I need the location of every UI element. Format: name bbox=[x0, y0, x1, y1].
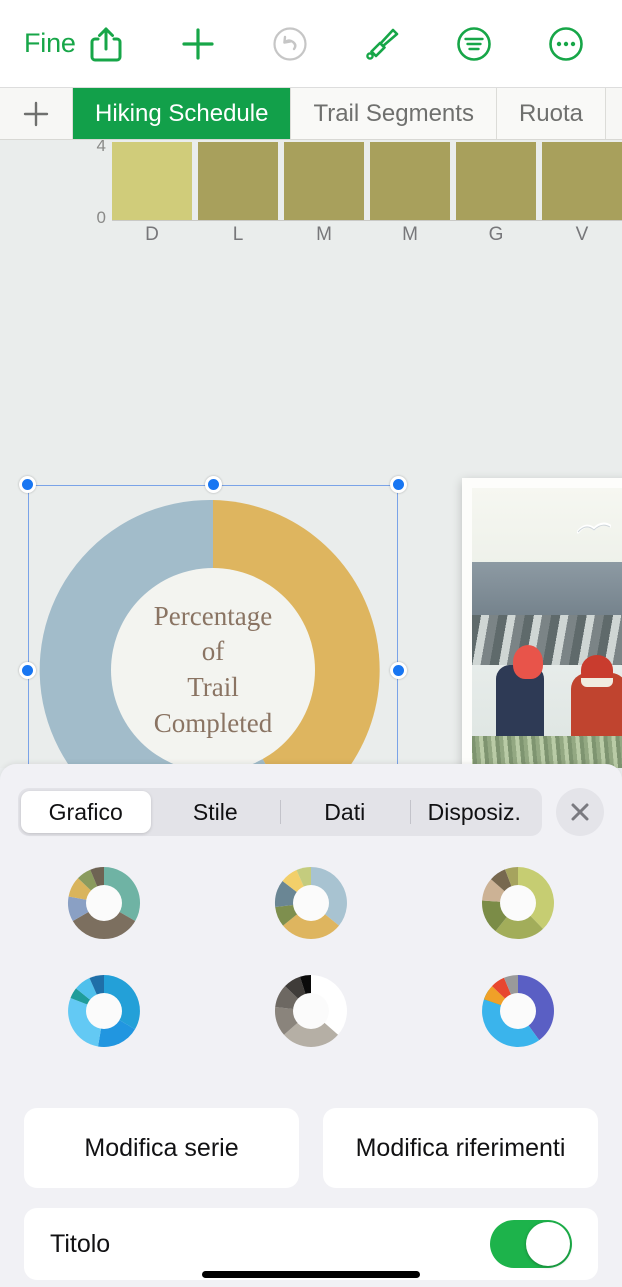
sheet-tab-label: Ruota bbox=[518, 99, 583, 127]
bar-l bbox=[198, 142, 278, 220]
resize-handle-middle-left[interactable] bbox=[19, 661, 36, 679]
tab-grafico-label: Grafico bbox=[48, 798, 123, 825]
edit-series-button[interactable]: Modifica serie bbox=[24, 1108, 299, 1188]
donut-style-icon bbox=[274, 974, 347, 1047]
add-sheet-button[interactable] bbox=[0, 88, 73, 139]
chart-format-panel: Grafico Stile Dati Disposiz. Modifica se… bbox=[0, 764, 622, 1287]
x-label-0: D bbox=[145, 224, 159, 245]
edit-references-label: Modifica riferimenti bbox=[355, 1133, 566, 1162]
chart-style-option-3[interactable] bbox=[471, 856, 565, 950]
edit-series-label: Modifica serie bbox=[84, 1133, 239, 1162]
sheet-tab-label: Hiking Schedule bbox=[95, 99, 269, 127]
tab-stile[interactable]: Stile bbox=[151, 791, 281, 833]
panel-action-row: Modifica serie Modifica riferimenti bbox=[0, 1108, 622, 1188]
sheet-tab-trail-segments[interactable]: Trail Segments bbox=[291, 88, 497, 139]
y-tick-min: 0 bbox=[96, 208, 106, 227]
edit-references-button[interactable]: Modifica riferimenti bbox=[323, 1108, 598, 1188]
tab-dati-label: Dati bbox=[324, 798, 366, 825]
home-indicator bbox=[202, 1271, 420, 1278]
x-label-2: M bbox=[316, 224, 332, 245]
resize-handle-top-center[interactable] bbox=[204, 476, 222, 493]
format-brush-icon[interactable] bbox=[354, 16, 410, 72]
donut-style-icon bbox=[67, 867, 140, 940]
tab-disposizione[interactable]: Disposiz. bbox=[409, 791, 540, 833]
done-button[interactable]: Fine bbox=[24, 28, 76, 59]
top-toolbar: Fine bbox=[0, 0, 622, 88]
tab-stile-label: Stile bbox=[192, 798, 238, 825]
add-icon[interactable] bbox=[170, 16, 226, 72]
chart-style-option-4[interactable] bbox=[57, 964, 151, 1058]
bar-v bbox=[542, 142, 622, 220]
close-button[interactable] bbox=[556, 788, 604, 836]
bar-chart-y-axis: 4 0 bbox=[80, 140, 106, 227]
close-icon bbox=[571, 803, 589, 821]
bar-chart-x-axis-line bbox=[112, 220, 622, 221]
x-label-5: V bbox=[575, 224, 589, 245]
plus-icon bbox=[23, 101, 49, 126]
toggle-knob bbox=[526, 1222, 570, 1266]
hikers-coast-photo bbox=[472, 488, 622, 768]
title-toggle-row[interactable]: Titolo bbox=[24, 1208, 598, 1280]
title-toggle-switch[interactable] bbox=[490, 1220, 572, 1268]
sheet-tab-label: Trail Segments bbox=[313, 99, 474, 127]
photo-person-left-hat bbox=[512, 645, 543, 680]
sheet-tab-bar: Hiking Schedule Trail Segments Ruota bbox=[0, 88, 622, 140]
title-toggle-label: Titolo bbox=[50, 1229, 111, 1258]
bar-chart[interactable]: 4 0 D L M M G V bbox=[0, 140, 622, 245]
y-tick-max: 4 bbox=[96, 140, 106, 155]
bar-chart-x-axis-labels: D L M M G V bbox=[112, 224, 622, 245]
donut-style-icon bbox=[67, 974, 140, 1047]
bar-chart-plot-area bbox=[112, 142, 622, 220]
donut-style-icon bbox=[482, 866, 555, 939]
bar-g bbox=[456, 142, 536, 220]
chart-style-option-6[interactable] bbox=[471, 964, 565, 1058]
bar-m2 bbox=[370, 142, 450, 220]
undo-icon bbox=[262, 16, 318, 72]
panel-header: Grafico Stile Dati Disposiz. bbox=[0, 786, 622, 838]
toolbar-icon-group bbox=[78, 16, 594, 72]
resize-handle-top-left[interactable] bbox=[19, 476, 36, 493]
more-icon[interactable] bbox=[538, 16, 594, 72]
bird-icon bbox=[577, 522, 612, 534]
panel-segmented-control: Grafico Stile Dati Disposiz. bbox=[18, 788, 542, 836]
resize-handle-top-right[interactable] bbox=[390, 476, 407, 493]
chart-style-option-1[interactable] bbox=[57, 856, 151, 950]
resize-handle-middle-right[interactable] bbox=[390, 661, 407, 679]
x-label-1: L bbox=[232, 224, 244, 245]
chart-style-grid bbox=[0, 856, 622, 1058]
donut-style-icon bbox=[482, 974, 555, 1047]
x-label-4: G bbox=[488, 224, 504, 245]
tab-dati[interactable]: Dati bbox=[280, 791, 410, 833]
donut-style-icon bbox=[274, 866, 347, 939]
chart-style-option-2[interactable] bbox=[264, 856, 358, 950]
bar-m1 bbox=[284, 142, 364, 220]
tab-grafico[interactable]: Grafico bbox=[21, 791, 151, 833]
chart-style-option-5[interactable] bbox=[264, 964, 358, 1058]
sheet-tab-hiking-schedule[interactable]: Hiking Schedule bbox=[73, 88, 292, 139]
tab-disposizione-label: Disposiz. bbox=[427, 798, 521, 825]
bar-d bbox=[112, 142, 192, 220]
spreadsheet-canvas[interactable]: 4 0 D L M M G V Percentage of Trail Comp… bbox=[0, 140, 622, 768]
x-label-3: M bbox=[402, 224, 418, 245]
selection-bounding-box bbox=[28, 485, 398, 768]
sheet-tab-ruota[interactable]: Ruota bbox=[496, 88, 606, 139]
donut-chart[interactable]: Percentage of Trail Completed bbox=[19, 476, 407, 768]
photo-card[interactable] bbox=[462, 478, 622, 768]
photo-person-right-hat-band bbox=[580, 678, 613, 688]
insert-icon[interactable] bbox=[446, 16, 502, 72]
share-icon[interactable] bbox=[78, 16, 134, 72]
